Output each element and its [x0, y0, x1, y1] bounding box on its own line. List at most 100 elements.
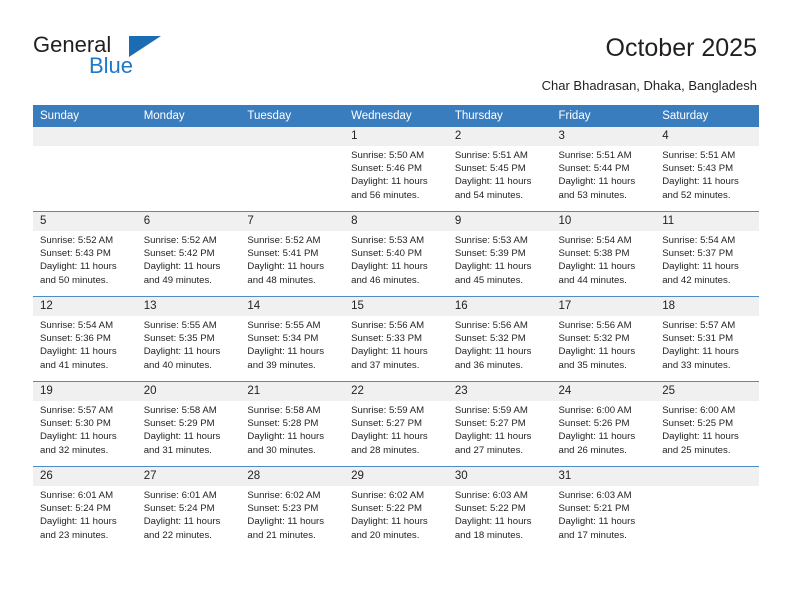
day-info-line: Sunset: 5:22 PM [454, 503, 526, 515]
day-box [33, 127, 137, 211]
day-info-line: Daylight: 11 hours [247, 516, 325, 528]
day-info-line: Sunset: 5:21 PM [558, 503, 630, 515]
weekday-header-sunday: Sunday [33, 105, 137, 127]
calendar-day-cell[interactable]: 12 Sunrise: 5:54 AM Sunset: 5:36 PM Dayligh… [33, 296, 137, 382]
calendar-day-cell[interactable]: 4 Sunrise: 5:51 AM Sunset: 5:43 PM Daylight… [655, 127, 759, 212]
calendar-day-cell[interactable]: 26 Sunrise: 6:01 AM Sunset: 5:24 PM Dayligh… [33, 466, 137, 551]
day-info-line: Sunset: 5:41 PM [247, 248, 319, 260]
calendar-week-row: 19 Sunrise: 5:57 AM Sunset: 5:30 PM Dayligh… [33, 381, 759, 467]
day-info-line: Sunset: 5:24 PM [143, 503, 215, 515]
calendar-day-cell[interactable]: 31 Sunrise: 6:03 AM Sunset: 5:21 PM Dayligh… [551, 466, 656, 551]
day-box: 28 Sunrise: 6:02 AM Sunset: 5:23 PM Dayligh… [240, 467, 345, 551]
day-box: 23 Sunrise: 5:59 AM Sunset: 5:27 PM Dayligh… [447, 382, 552, 466]
day-info-line: and 27 minutes. [454, 444, 524, 456]
calendar-day-cell[interactable]: 8 Sunrise: 5:53 AM Sunset: 5:40 PM Daylight… [344, 211, 448, 297]
day-info-line: and 18 minutes. [454, 529, 524, 541]
day-number: 24 [551, 382, 656, 401]
day-number: 20 [136, 382, 241, 401]
day-info-line: and 32 minutes. [40, 444, 109, 456]
calendar-day-cell[interactable]: 13 Sunrise: 5:55 AM Sunset: 5:35 PM Dayligh… [136, 296, 241, 382]
day-number [655, 467, 759, 486]
day-number: 1 [344, 127, 448, 146]
calendar-day-cell[interactable]: 1 Sunrise: 5:50 AM Sunset: 5:46 PM Daylight… [344, 127, 448, 212]
day-box: 16 Sunrise: 5:56 AM Sunset: 5:32 PM Dayligh… [447, 297, 552, 381]
day-sun-info: Sunrise: 5:57 AM Sunset: 5:30 PM Daylight:… [33, 401, 137, 457]
day-info-line: and 30 minutes. [247, 444, 316, 456]
day-box: 18 Sunrise: 5:57 AM Sunset: 5:31 PM Dayligh… [655, 297, 759, 381]
day-sun-info: Sunrise: 5:56 AM Sunset: 5:33 PM Daylight:… [344, 316, 448, 372]
calendar-day-cell[interactable]: 21 Sunrise: 5:58 AM Sunset: 5:28 PM Dayligh… [240, 381, 345, 467]
day-sun-info: Sunrise: 6:02 AM Sunset: 5:22 PM Daylight:… [344, 486, 448, 542]
calendar-day-cell[interactable]: 18 Sunrise: 5:57 AM Sunset: 5:31 PM Dayligh… [655, 296, 759, 382]
calendar-day-cell[interactable]: 15 Sunrise: 5:56 AM Sunset: 5:33 PM Dayligh… [344, 296, 448, 382]
day-info-line: Sunrise: 6:02 AM [351, 490, 425, 501]
day-info-line: and 22 minutes. [143, 529, 212, 541]
day-sun-info: Sunrise: 5:51 AM Sunset: 5:44 PM Daylight:… [552, 146, 656, 202]
calendar-day-cell[interactable]: 30 Sunrise: 6:03 AM Sunset: 5:22 PM Dayligh… [447, 466, 552, 551]
day-sun-info: Sunrise: 5:59 AM Sunset: 5:27 PM Daylight:… [448, 401, 552, 457]
day-number: 19 [33, 382, 137, 401]
calendar-day-cell[interactable]: 17 Sunrise: 5:56 AM Sunset: 5:32 PM Dayligh… [551, 296, 656, 382]
day-info-line: Sunset: 5:46 PM [351, 163, 423, 175]
day-box: 27 Sunrise: 6:01 AM Sunset: 5:24 PM Dayligh… [136, 467, 241, 551]
calendar-day-cell[interactable]: 28 Sunrise: 6:02 AM Sunset: 5:23 PM Dayligh… [240, 466, 345, 551]
day-box: 30 Sunrise: 6:03 AM Sunset: 5:22 PM Dayligh… [447, 467, 552, 551]
day-number [33, 127, 137, 146]
day-info-line: and 56 minutes. [351, 189, 420, 201]
day-info-line: Daylight: 11 hours [662, 346, 739, 358]
calendar-day-cell[interactable]: 6 Sunrise: 5:52 AM Sunset: 5:42 PM Daylight… [136, 211, 241, 297]
day-info-line: Sunrise: 5:54 AM [558, 235, 632, 246]
calendar-day-cell[interactable]: 29 Sunrise: 6:02 AM Sunset: 5:22 PM Dayligh… [344, 466, 448, 551]
calendar-empty-cell [136, 127, 241, 212]
day-number: 15 [344, 297, 448, 316]
calendar-day-cell[interactable]: 19 Sunrise: 5:57 AM Sunset: 5:30 PM Dayligh… [33, 381, 137, 467]
calendar-day-cell[interactable]: 9 Sunrise: 5:53 AM Sunset: 5:39 PM Daylight… [447, 211, 552, 297]
calendar-day-cell[interactable]: 24 Sunrise: 6:00 AM Sunset: 5:26 PM Dayligh… [551, 381, 656, 467]
calendar-day-cell[interactable]: 2 Sunrise: 5:51 AM Sunset: 5:45 PM Daylight… [447, 127, 552, 212]
day-sun-info: Sunrise: 5:58 AM Sunset: 5:29 PM Daylight:… [137, 401, 241, 457]
day-sun-info: Sunrise: 6:03 AM Sunset: 5:21 PM Daylight:… [552, 486, 656, 542]
day-sun-info: Sunrise: 5:53 AM Sunset: 5:39 PM Daylight:… [448, 231, 552, 287]
day-info-line: and 54 minutes. [454, 189, 524, 201]
calendar-day-cell[interactable]: 3 Sunrise: 5:51 AM Sunset: 5:44 PM Daylight… [551, 127, 656, 212]
day-info-line: Sunrise: 6:00 AM [558, 405, 632, 416]
day-sun-info: Sunrise: 5:52 AM Sunset: 5:41 PM Daylight:… [240, 231, 344, 287]
day-sun-info: Sunrise: 5:55 AM Sunset: 5:35 PM Daylight:… [137, 316, 241, 372]
calendar-day-cell[interactable]: 22 Sunrise: 5:59 AM Sunset: 5:27 PM Dayligh… [344, 381, 448, 467]
day-info-line: Sunset: 5:26 PM [558, 418, 630, 430]
calendar-week-row: 12 Sunrise: 5:54 AM Sunset: 5:36 PM Dayligh… [33, 296, 759, 382]
calendar-day-cell[interactable]: 11 Sunrise: 5:54 AM Sunset: 5:37 PM Dayligh… [655, 211, 759, 297]
calendar-day-cell[interactable]: 16 Sunrise: 5:56 AM Sunset: 5:32 PM Dayligh… [447, 296, 552, 382]
day-info-line: Sunrise: 5:51 AM [454, 150, 528, 161]
day-info-line: Sunrise: 5:58 AM [247, 405, 321, 416]
day-box: 2 Sunrise: 5:51 AM Sunset: 5:45 PM Daylight… [447, 127, 552, 211]
calendar-page: General Blue October 2025 Char Bhadrasan… [0, 0, 792, 612]
calendar-day-cell[interactable]: 10 Sunrise: 5:54 AM Sunset: 5:38 PM Dayligh… [551, 211, 656, 297]
day-info-line: Sunrise: 5:59 AM [351, 405, 425, 416]
day-number: 30 [447, 467, 552, 486]
calendar-day-cell[interactable]: 14 Sunrise: 5:55 AM Sunset: 5:34 PM Dayligh… [240, 296, 345, 382]
general-blue-logo[interactable]: General Blue [33, 33, 203, 83]
page-subtitle: Char Bhadrasan, Dhaka, Bangladesh [541, 78, 757, 93]
calendar-day-cell[interactable]: 5 Sunrise: 5:52 AM Sunset: 5:43 PM Daylight… [33, 211, 137, 297]
day-info-line: and 40 minutes. [143, 359, 212, 371]
calendar-day-cell[interactable]: 20 Sunrise: 5:58 AM Sunset: 5:29 PM Dayligh… [136, 381, 241, 467]
day-info-line: Sunrise: 5:56 AM [454, 320, 528, 331]
calendar-day-cell[interactable]: 27 Sunrise: 6:01 AM Sunset: 5:24 PM Dayligh… [136, 466, 241, 551]
day-info-line: Sunrise: 5:57 AM [40, 405, 114, 416]
weekday-header-monday: Monday [136, 105, 241, 127]
day-sun-info: Sunrise: 5:56 AM Sunset: 5:32 PM Daylight:… [448, 316, 552, 372]
calendar-day-cell[interactable]: 23 Sunrise: 5:59 AM Sunset: 5:27 PM Dayligh… [447, 381, 552, 467]
day-info-line: Daylight: 11 hours [40, 261, 117, 273]
day-info-line: Daylight: 11 hours [40, 346, 117, 358]
calendar-day-cell[interactable]: 7 Sunrise: 5:52 AM Sunset: 5:41 PM Daylight… [240, 211, 345, 297]
day-sun-info: Sunrise: 5:57 AM Sunset: 5:31 PM Daylight:… [655, 316, 759, 372]
calendar-week-row: 26 Sunrise: 6:01 AM Sunset: 5:24 PM Dayligh… [33, 466, 759, 551]
day-info-line: Daylight: 11 hours [351, 176, 428, 188]
calendar-day-cell[interactable]: 25 Sunrise: 6:00 AM Sunset: 5:25 PM Dayligh… [655, 381, 759, 467]
day-info-line: Daylight: 11 hours [454, 516, 532, 528]
day-info-line: Daylight: 11 hours [351, 516, 428, 528]
calendar-empty-cell [655, 466, 759, 551]
day-info-line: Sunrise: 6:00 AM [662, 405, 736, 416]
day-box: 8 Sunrise: 5:53 AM Sunset: 5:40 PM Daylight… [344, 212, 448, 296]
